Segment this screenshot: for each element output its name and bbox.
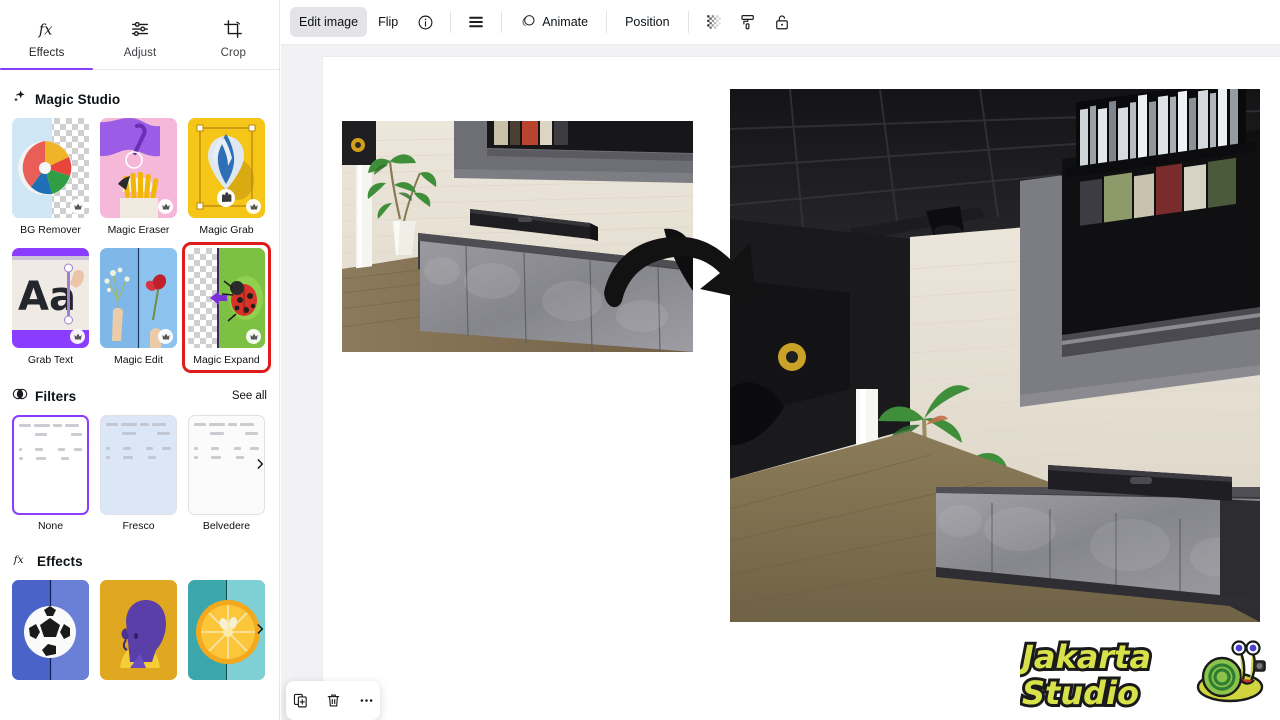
fx-icon: fx <box>12 551 30 572</box>
info-icon[interactable] <box>409 7 441 37</box>
effects-strip-wrap <box>0 576 279 685</box>
tab-adjust[interactable]: Adjust <box>93 0 186 69</box>
filter-fresco-label: Fresco <box>122 520 155 532</box>
curved-arrow-right <box>600 215 780 325</box>
tab-crop[interactable]: Crop <box>187 0 279 69</box>
magic-grab-thumbnail <box>188 118 265 218</box>
premium-crown-icon <box>158 329 173 344</box>
position-button[interactable]: Position <box>616 7 678 37</box>
top-toolbar: Edit image Flip Animate Position <box>281 0 1280 45</box>
filters-strip: None Fresco Belvedere <box>12 415 267 532</box>
duplicate-icon[interactable] <box>289 690 311 712</box>
paint-roller-icon[interactable] <box>732 7 764 37</box>
premium-crown-icon <box>158 199 173 214</box>
card-grab-text[interactable]: Aa Grab Text <box>12 248 89 367</box>
svg-text:fx: fx <box>37 21 52 38</box>
premium-crown-icon <box>246 329 261 344</box>
effect-item-soccer-ball[interactable] <box>12 580 89 685</box>
unlock-icon[interactable] <box>766 7 798 37</box>
filters-see-all-link[interactable]: See all <box>232 390 267 402</box>
flip-button[interactable]: Flip <box>369 7 407 37</box>
filters-title: Filters <box>35 388 77 404</box>
toolbar-separator <box>501 11 503 33</box>
transparency-icon[interactable] <box>698 7 730 37</box>
element-actions-toolbar <box>286 681 380 720</box>
more-options-icon[interactable] <box>355 690 377 712</box>
card-magic-expand-label: Magic Expand <box>193 354 260 366</box>
toolbar-separator <box>687 11 689 33</box>
svg-text:fx: fx <box>13 553 24 566</box>
card-magic-eraser[interactable]: Magic Eraser <box>100 118 177 237</box>
card-magic-edit-label: Magic Edit <box>113 354 164 366</box>
filters-header: Filters See all <box>0 381 279 411</box>
filter-item-fresco[interactable]: Fresco <box>100 415 177 532</box>
filter-fresco-thumbnail <box>100 415 177 515</box>
canvas-area[interactable] <box>281 45 1280 720</box>
grab-text-thumbnail: Aa <box>12 248 89 348</box>
fx-icon: fx <box>36 17 58 41</box>
card-magic-grab-label: Magic Grab <box>199 224 254 236</box>
magic-studio-grid: BG Remover Magic Eraser Magic Grab Aa Gr… <box>0 114 279 373</box>
magic-expanded-interior-render[interactable] <box>730 89 1260 622</box>
card-magic-edit[interactable]: Magic Edit <box>100 248 177 367</box>
magic-eraser-thumbnail <box>100 118 177 218</box>
panel-tabbar: fx Effects Adjust Crop <box>0 0 279 70</box>
filter-belvedere-label: Belvedere <box>202 520 251 532</box>
tab-adjust-label: Adjust <box>123 46 157 59</box>
card-magic-expand[interactable]: Magic Expand <box>182 242 271 373</box>
tab-effects-label: Effects <box>28 46 65 59</box>
effects-header: fx Effects <box>0 546 279 576</box>
card-magic-grab[interactable]: Magic Grab <box>188 118 265 237</box>
magic-studio-header: Magic Studio <box>0 84 279 114</box>
animate-button[interactable]: Animate <box>511 7 597 37</box>
filters-next-chevron-right-icon[interactable] <box>249 453 271 475</box>
magic-studio-title: Magic Studio <box>35 91 121 107</box>
premium-crown-icon <box>70 199 85 214</box>
design-page[interactable] <box>323 57 1280 720</box>
crop-icon <box>222 17 244 41</box>
card-bg-remover-label: BG Remover <box>20 224 81 236</box>
edit-image-button[interactable]: Edit image <box>290 7 368 37</box>
tab-effects[interactable]: fx Effects <box>0 0 94 70</box>
effects-title: Effects <box>37 553 83 569</box>
filter-item-none[interactable]: None <box>12 415 89 532</box>
filter-circles-icon <box>12 386 28 407</box>
animate-label: Animate <box>542 15 589 29</box>
card-magic-eraser-label: Magic Eraser <box>107 224 170 236</box>
filters-strip-wrap: None Fresco Belvedere <box>0 411 279 532</box>
bg-remover-thumbnail <box>12 118 89 218</box>
tab-crop-label: Crop <box>220 46 246 59</box>
toolbar-separator <box>606 11 608 33</box>
magic-edit-thumbnail <box>100 248 177 348</box>
filter-none-thumbnail <box>12 415 89 515</box>
premium-crown-icon <box>70 329 85 344</box>
sliders-icon <box>129 17 151 41</box>
effects-strip <box>12 580 267 685</box>
card-bg-remover[interactable]: BG Remover <box>12 118 89 237</box>
magic-expand-thumbnail <box>188 248 265 348</box>
soccer-ball-effect-thumbnail <box>12 580 89 680</box>
sparkle-icon <box>12 89 28 110</box>
align-icon[interactable] <box>460 7 492 37</box>
toolbar-separator <box>450 11 452 33</box>
card-grab-text-label: Grab Text <box>27 354 74 366</box>
left-side-panel: fx Effects Adjust Crop Magic Studio BG R… <box>0 0 280 720</box>
animate-icon <box>520 13 536 32</box>
image-editor-app: fx Effects Adjust Crop Magic Studio BG R… <box>0 0 1280 720</box>
filter-none-label: None <box>37 520 64 532</box>
trash-icon[interactable] <box>322 690 344 712</box>
effects-next-chevron-right-icon[interactable] <box>249 618 271 640</box>
effect-item-portrait[interactable] <box>100 580 177 685</box>
portrait-effect-thumbnail <box>100 580 177 680</box>
premium-crown-icon <box>246 199 261 214</box>
